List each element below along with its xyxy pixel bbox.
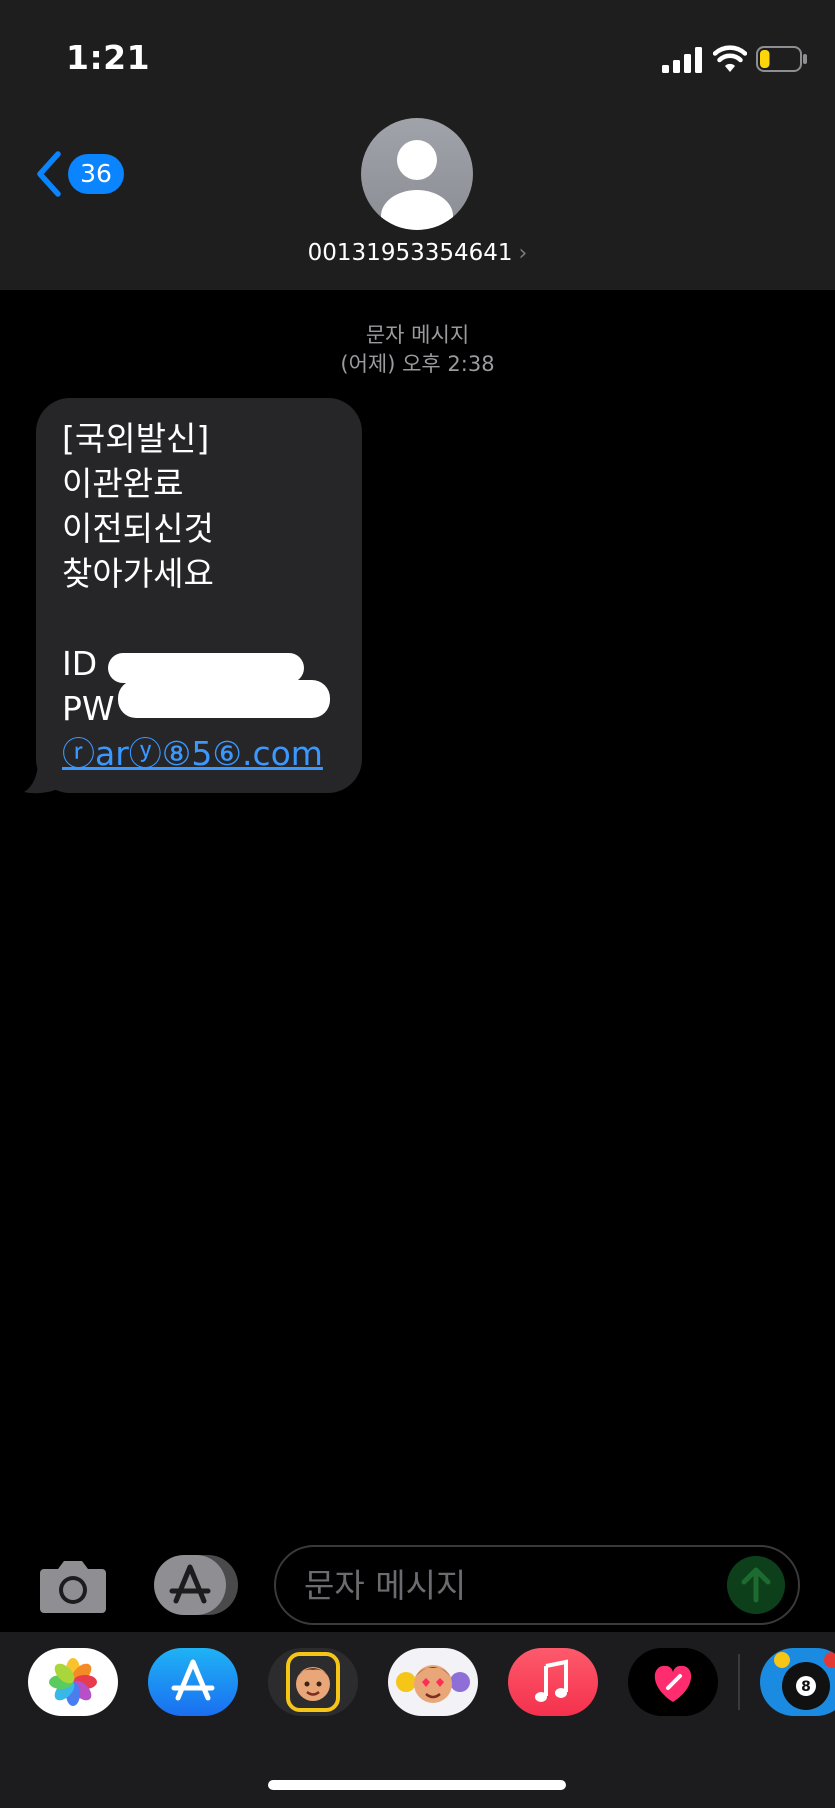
app-store-icon[interactable]: [154, 1555, 238, 1615]
wifi-icon: [713, 45, 747, 72]
contact-avatar[interactable]: [361, 118, 473, 230]
message-line: 이관완료: [62, 464, 184, 503]
message-line: 이전되신것: [62, 509, 214, 548]
camera-icon[interactable]: [38, 1555, 108, 1615]
digital-touch-app-icon[interactable]: [628, 1648, 718, 1716]
photos-app-icon[interactable]: [28, 1648, 118, 1716]
redaction-scribble: [108, 653, 304, 683]
status-time: 1:21: [66, 38, 151, 77]
chevron-left-icon: [37, 151, 61, 197]
music-app-icon[interactable]: [508, 1648, 598, 1716]
message-link[interactable]: ⓡarⓨ⑧5⑥.com: [62, 731, 336, 776]
message-line: 찾아가세요: [62, 554, 214, 593]
imessage-app-drawer: 8: [0, 1632, 835, 1808]
back-button[interactable]: 36: [34, 150, 124, 198]
redaction-scribble: [118, 680, 330, 718]
cellular-signal-icon: [662, 47, 702, 73]
pw-label: PW: [62, 689, 115, 728]
svg-text:8: 8: [801, 1679, 811, 1695]
drawer-separator: [738, 1654, 740, 1710]
unread-count-badge: 36: [68, 154, 124, 194]
message-type-label: 문자 메시지: [365, 323, 470, 347]
animoji-stickers-app-icon[interactable]: [388, 1648, 478, 1716]
received-message-bubble[interactable]: [국외발신] 이관완료 이전되신것 찾아가세요 ID PW ⓡarⓨ⑧5⑥.co…: [36, 398, 362, 793]
send-arrow-icon[interactable]: [727, 1556, 785, 1614]
message-timestamp: (어제) 오후 2:38: [340, 352, 495, 376]
contact-number: 00131953354641: [307, 240, 513, 266]
memoji-app-icon[interactable]: [268, 1648, 358, 1716]
person-silhouette-icon: [381, 140, 453, 230]
app-store-app-icon[interactable]: [148, 1648, 238, 1716]
message-pw-line: PW: [62, 680, 336, 731]
home-indicator[interactable]: [268, 1780, 566, 1790]
chevron-right-icon: ›: [518, 241, 528, 266]
contact-name[interactable]: 00131953354641 ›: [0, 240, 835, 266]
8-ball-pool-app-icon[interactable]: 8: [760, 1648, 835, 1716]
id-label: ID: [62, 644, 98, 683]
message-line: [국외발신]: [62, 419, 210, 458]
conversation-header: 1:21 36 00131953354641 ›: [0, 0, 835, 290]
message-input[interactable]: [274, 1545, 800, 1625]
battery-icon: [756, 46, 807, 72]
